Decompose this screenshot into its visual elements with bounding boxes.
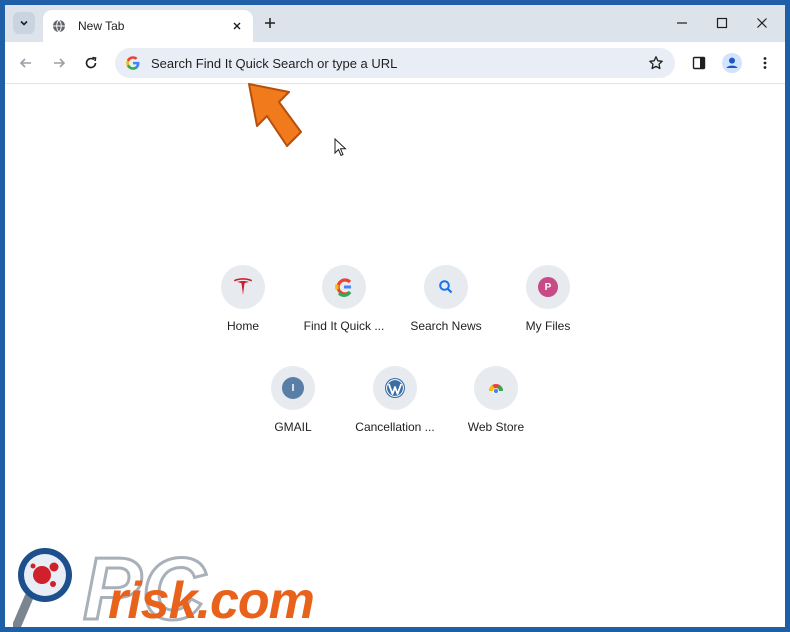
wordpress-icon	[385, 378, 405, 398]
search-icon	[439, 280, 453, 294]
mouse-cursor-icon	[334, 138, 347, 157]
omnibox-input[interactable]	[151, 55, 647, 71]
shortcut-label: Find It Quick ...	[303, 319, 385, 333]
reload-icon	[85, 56, 97, 69]
bookmark-star-icon[interactable]	[647, 54, 665, 72]
arrow-right-icon	[54, 58, 66, 68]
shortcut-tile[interactable]: Home	[193, 265, 293, 357]
letter-p-icon: P	[538, 277, 558, 297]
shortcut-tile[interactable]: I GMAIL	[243, 366, 343, 458]
shortcut-tile[interactable]: Search News	[396, 265, 496, 357]
shortcut-label: Home	[226, 319, 259, 333]
avatar-icon	[722, 53, 742, 73]
globe-icon	[52, 19, 66, 33]
shortcut-label: GMAIL	[274, 420, 312, 434]
maximize-button[interactable]	[711, 12, 733, 34]
close-window-button[interactable]	[751, 12, 773, 34]
new-tab-button[interactable]	[261, 14, 279, 32]
profile-button[interactable]	[721, 52, 743, 74]
side-panel-button[interactable]	[688, 52, 710, 74]
chrome-web-store-icon	[489, 384, 503, 394]
tab-new-tab[interactable]: New Tab	[43, 10, 253, 42]
tab-strip: New Tab	[5, 5, 785, 42]
chevron-down-icon	[20, 20, 28, 26]
shortcut-tile[interactable]: Find It Quick ...	[294, 265, 394, 357]
kebab-menu-icon	[763, 57, 767, 69]
annotation-arrow-icon	[248, 83, 302, 147]
tab-title: New Tab	[78, 19, 125, 33]
address-bar[interactable]	[115, 48, 675, 78]
back-button[interactable]	[15, 52, 37, 74]
reload-button[interactable]	[80, 52, 102, 74]
close-icon[interactable]	[229, 18, 245, 34]
side-panel-icon	[692, 56, 706, 70]
menu-button[interactable]	[754, 52, 776, 74]
shortcut-tile[interactable]: Web Store	[446, 366, 546, 458]
plus-icon	[265, 18, 275, 28]
tab-search-button[interactable]	[13, 12, 35, 34]
maximize-icon	[716, 17, 728, 29]
close-icon	[757, 18, 767, 28]
shortcut-label: Search News	[410, 319, 482, 333]
arrow-left-icon	[19, 58, 31, 68]
google-g-icon	[125, 55, 141, 71]
shortcut-tile[interactable]: Cancellation ...	[345, 366, 445, 458]
magnifier-logo-icon	[13, 548, 72, 627]
shortcut-tile[interactable]: P My Files	[498, 265, 598, 357]
watermark-domain-text: risk.com	[108, 572, 315, 627]
browser-window: New Tab Search Find It Quick Search or t…	[5, 5, 785, 627]
tesla-icon	[234, 278, 252, 295]
minimize-icon	[677, 22, 687, 24]
forward-button[interactable]	[48, 52, 70, 74]
find-it-quick-icon	[335, 278, 352, 297]
letter-i-icon: I	[282, 377, 304, 399]
shortcut-label: My Files	[525, 319, 571, 333]
pcrisk-watermark: PC risk.com	[13, 543, 453, 627]
shortcut-label: Web Store	[467, 420, 525, 434]
browser-toolbar	[5, 42, 785, 84]
minimize-button[interactable]	[671, 12, 693, 34]
shortcut-label: Cancellation ...	[355, 420, 435, 434]
